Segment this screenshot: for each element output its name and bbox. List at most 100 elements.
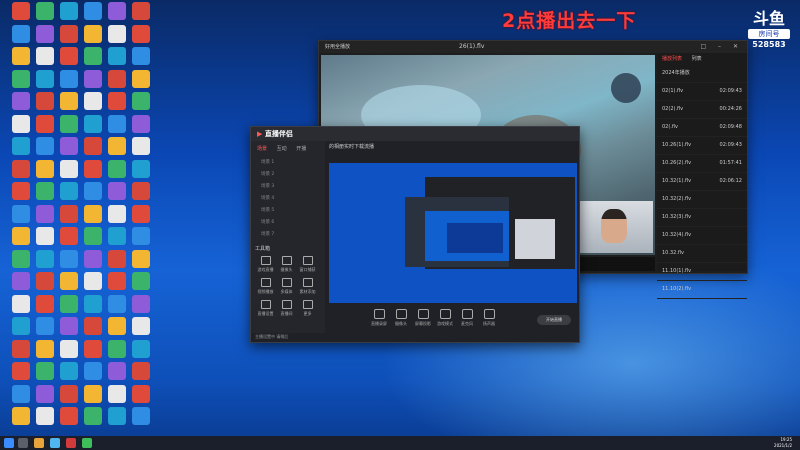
desktop-icon[interactable] (34, 47, 56, 69)
desktop-icon[interactable] (82, 182, 104, 204)
desktop-icon[interactable] (82, 47, 104, 69)
tool-item[interactable]: 素材添加 (297, 276, 318, 298)
desktop-icon[interactable] (10, 384, 32, 407)
desktop-icon[interactable] (106, 159, 128, 182)
desktop-icon[interactable] (106, 227, 128, 249)
stream-companion-window[interactable]: ▶ 直播伴侣 场景 互动 开播 场景 1 场景 2 场景 3 场景 4 场景 5 场景 6… (250, 126, 580, 343)
desktop-icon[interactable] (106, 204, 128, 227)
bottom-tool-button[interactable]: 麦克风 (457, 307, 477, 327)
desktop-icon[interactable] (34, 317, 56, 339)
desktop-icon[interactable] (34, 339, 56, 362)
desktop-icon[interactable] (106, 137, 128, 159)
desktop-icon[interactable] (82, 92, 104, 114)
desktop-icon[interactable] (130, 69, 152, 92)
playlist-item[interactable]: 02(.flv 02:09:48 (657, 119, 747, 137)
desktop-icon[interactable] (58, 2, 80, 24)
desktop-icon[interactable] (58, 317, 80, 339)
desktop-icon[interactable] (130, 249, 152, 272)
desktop-icon[interactable] (82, 362, 104, 384)
desktop-icon[interactable] (10, 204, 32, 227)
desktop-icon[interactable] (82, 137, 104, 159)
desktop-icon[interactable] (130, 47, 152, 69)
desktop-icon[interactable] (58, 24, 80, 47)
desktop-icon[interactable] (58, 407, 80, 429)
desktop-icon[interactable] (82, 339, 104, 362)
desktop-icon[interactable] (10, 182, 32, 204)
desktop-icon[interactable] (34, 227, 56, 249)
desktop-icon[interactable] (34, 272, 56, 294)
desktop-icon[interactable] (58, 362, 80, 384)
playlist-item[interactable]: 10.32.flv (657, 245, 747, 263)
desktop-icon[interactable] (130, 204, 152, 227)
companion-tabs[interactable]: 场景 互动 开播 (251, 141, 325, 156)
desktop-icon[interactable] (10, 159, 32, 182)
scene-item[interactable]: 场景 7 (251, 228, 325, 240)
desktop-icon[interactable] (58, 249, 80, 272)
desktop-icon[interactable] (130, 2, 152, 24)
desktop-icon[interactable] (34, 182, 56, 204)
desktop-icon[interactable] (106, 24, 128, 47)
desktop-icon[interactable] (58, 272, 80, 294)
desktop-icon[interactable] (58, 114, 80, 137)
companion-bottom-bar[interactable]: 直播录屏 摄像头 屏幕投影 游戏模式 麦克风 扬声器 开始直播 (329, 307, 575, 337)
desktop-icon[interactable] (82, 24, 104, 47)
playlist-panel[interactable]: 播放列表 列表 2024年播放 02(1).flv 02:09:43 02(2).f… (657, 53, 747, 299)
tab-scene[interactable]: 场景 (257, 146, 267, 152)
desktop-icon[interactable] (34, 249, 56, 272)
taskbar[interactable]: 19:25 2021/1/2 (0, 436, 800, 450)
desktop-icon[interactable] (106, 182, 128, 204)
desktop-icon[interactable] (130, 272, 152, 294)
desktop-icon[interactable] (82, 407, 104, 429)
desktop-icon[interactable] (58, 47, 80, 69)
desktop-icon[interactable] (58, 69, 80, 92)
playlist-item[interactable]: 11.10(1).flv (657, 263, 747, 281)
desktop-icon[interactable] (10, 47, 32, 69)
desktop-icon[interactable] (130, 227, 152, 249)
desktop-icon[interactable] (130, 24, 152, 47)
desktop-icon[interactable] (58, 137, 80, 159)
desktop-icon[interactable] (58, 92, 80, 114)
playlist-item[interactable]: 10.32(4).flv (657, 227, 747, 245)
bottom-tool-button[interactable]: 游戏模式 (435, 307, 455, 327)
system-tray[interactable]: 19:25 2021/1/2 (774, 437, 792, 449)
desktop-icon[interactable] (34, 294, 56, 317)
search-icon[interactable] (18, 438, 28, 448)
desktop-icon[interactable] (130, 159, 152, 182)
desktop-icon[interactable] (82, 114, 104, 137)
desktop-icon[interactable] (10, 227, 32, 249)
playlist-tabs[interactable]: 播放列表 列表 (657, 53, 747, 65)
desktop-icon[interactable] (106, 114, 128, 137)
desktop-icon[interactable] (58, 159, 80, 182)
desktop-icon[interactable] (106, 92, 128, 114)
bottom-tool-button[interactable]: 直播录屏 (369, 307, 389, 327)
desktop-icon[interactable] (130, 384, 152, 407)
tool-item[interactable]: 直播间 (276, 298, 297, 320)
bottom-tool-button[interactable]: 摄像头 (391, 307, 411, 327)
desktop-icon[interactable] (130, 362, 152, 384)
playlist-item[interactable]: 11.10(2).flv (657, 281, 747, 299)
toolbox[interactable]: 工具箱 游戏直播 摄像头 窗口捕获 视频播放 多媒体 素材添加 直播设置 直播间 更多 (255, 245, 323, 320)
desktop-icon[interactable] (10, 92, 32, 114)
desktop-icon[interactable] (10, 407, 32, 429)
desktop-icon[interactable] (130, 137, 152, 159)
playlist-item[interactable]: 10.32(2).flv (657, 191, 747, 209)
desktop-icon[interactable] (106, 69, 128, 92)
desktop-icon[interactable] (10, 272, 32, 294)
desktop-icon[interactable] (130, 114, 152, 137)
desktop-icon[interactable] (106, 407, 128, 429)
desktop-icon[interactable] (10, 362, 32, 384)
tool-item[interactable]: 多媒体 (276, 276, 297, 298)
stream-preview[interactable] (329, 163, 577, 303)
desktop-icon[interactable] (34, 69, 56, 92)
desktop-icon[interactable] (58, 204, 80, 227)
desktop-icon[interactable] (10, 114, 32, 137)
desktop-icon[interactable] (34, 137, 56, 159)
desktop-icon[interactable] (106, 384, 128, 407)
scene-list[interactable]: 场景 1 场景 2 场景 3 场景 4 场景 5 场景 6 场景 7 (251, 156, 325, 240)
bottom-tool-button[interactable]: 屏幕投影 (413, 307, 433, 327)
desktop-icon[interactable] (82, 317, 104, 339)
player-window-buttons[interactable]: □ – ✕ (700, 41, 743, 53)
desktop-icon[interactable] (10, 339, 32, 362)
desktop-icon[interactable] (10, 317, 32, 339)
tab-list[interactable]: 列表 (692, 56, 702, 62)
